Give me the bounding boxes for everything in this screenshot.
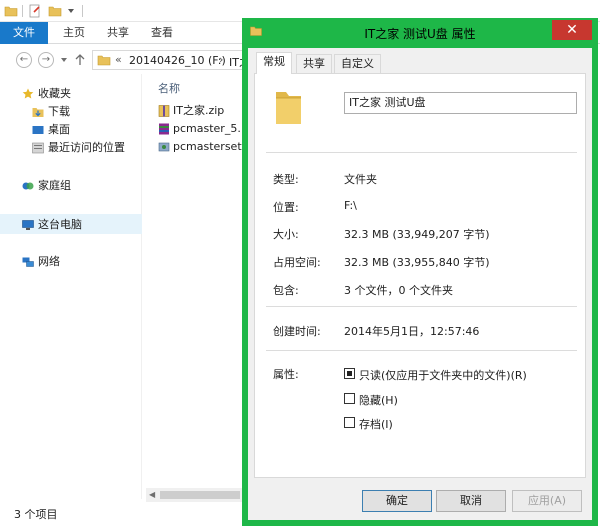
download-folder-icon: [32, 108, 44, 117]
nav-item-network[interactable]: 网络: [0, 252, 142, 272]
tab-file[interactable]: 文件: [0, 22, 48, 44]
back-button[interactable]: ←: [16, 52, 32, 68]
recent-places-icon: [32, 142, 44, 154]
checkbox-label: 存档(I): [359, 418, 393, 431]
type-value: 文件夹: [344, 173, 377, 186]
size-value: 32.3 MB (33,949,207 字节): [344, 228, 490, 241]
tab-view[interactable]: 查看: [144, 22, 180, 44]
checkbox-box[interactable]: [344, 417, 355, 428]
tab-home[interactable]: 主页: [56, 22, 92, 44]
installer-icon: [158, 142, 170, 152]
nav-item-recent[interactable]: 最近访问的位置: [0, 138, 142, 158]
archive-file-icon: [159, 123, 169, 135]
dialog-title: IT之家 测试U盘 属性: [364, 27, 476, 41]
close-button[interactable]: ✕: [552, 20, 592, 40]
created-label: 创建时间:: [273, 325, 321, 338]
size-label: 大小:: [273, 228, 299, 241]
nav-item-homegroup[interactable]: 家庭组: [0, 176, 142, 196]
contains-label: 包含:: [273, 284, 299, 297]
checkbox-label: 隐藏(H): [359, 394, 398, 407]
folder-icon: [97, 55, 111, 66]
folder-name-input[interactable]: IT之家 测试U盘: [344, 92, 577, 114]
disk-size-value: 32.3 MB (33,955,840 字节): [344, 256, 490, 269]
properties-icon[interactable]: [28, 4, 42, 18]
cancel-button[interactable]: 取消: [436, 490, 506, 512]
dialog-titlebar[interactable]: IT之家 测试U盘 属性 ✕: [242, 18, 598, 48]
address-overflow-chevron[interactable]: «: [115, 53, 122, 66]
file-name: IT之家.zip: [173, 104, 225, 117]
tab-share[interactable]: 共享: [100, 22, 136, 44]
tab-general[interactable]: 常规: [256, 52, 292, 74]
ok-button[interactable]: 确定: [362, 490, 432, 512]
navigation-pane: 收藏夹 下载 桌面 最近访问的位置 家庭组 这台电脑 网络: [0, 74, 142, 499]
chevron-down-icon[interactable]: [64, 4, 78, 18]
checkbox-label: 只读(仅应用于文件夹中的文件)(R): [359, 369, 527, 382]
address-separator: ›: [219, 53, 224, 66]
nav-label: 家庭组: [38, 179, 71, 192]
horizontal-scrollbar[interactable]: ◀: [146, 488, 246, 502]
network-icon: [22, 257, 34, 267]
nav-item-this-pc[interactable]: 这台电脑: [0, 214, 142, 234]
tab-sharing[interactable]: 共享: [296, 54, 332, 73]
nav-label: 最近访问的位置: [48, 141, 125, 154]
close-icon: ✕: [566, 22, 578, 38]
attributes-label: 属性:: [273, 368, 299, 381]
general-panel: IT之家 测试U盘 类型: 文件夹 位置: F:\ 大小: 32.3 MB (3…: [254, 73, 586, 478]
nav-label: 这台电脑: [38, 218, 82, 231]
scroll-left-icon[interactable]: ◀: [149, 490, 155, 499]
nav-item-downloads[interactable]: 下载: [0, 102, 142, 122]
nav-label: 下载: [48, 105, 70, 118]
recent-locations-chevron-icon[interactable]: [60, 57, 68, 63]
nav-label: 收藏夹: [38, 87, 71, 100]
type-label: 类型:: [273, 173, 299, 186]
new-folder-icon[interactable]: [48, 4, 62, 18]
nav-label: 桌面: [48, 123, 70, 136]
folder-icon: [276, 92, 301, 124]
computer-icon: [22, 220, 34, 230]
forward-button[interactable]: →: [38, 52, 54, 68]
apply-button[interactable]: 应用(A): [512, 490, 582, 512]
star-icon: [22, 88, 34, 99]
divider: [266, 350, 577, 351]
address-bar[interactable]: « 20140426_10 (F:) › IT之: [92, 50, 262, 70]
homegroup-icon: [22, 182, 34, 190]
divider: [266, 152, 577, 153]
location-value: F:\: [344, 199, 357, 212]
file-list: 名称 IT之家.zip pcmaster_5.13 pcmastersetup: [146, 74, 256, 484]
divider: [266, 306, 577, 307]
column-header-name[interactable]: 名称: [158, 80, 180, 96]
item-count: 3 个项目: [14, 508, 58, 521]
checkbox-box[interactable]: [344, 368, 355, 379]
qat-separator: [22, 5, 23, 17]
properties-dialog: IT之家 测试U盘 属性 ✕ 常规 共享 自定义 IT之家 测试U盘 类型: 文…: [242, 18, 598, 526]
qat-separator: [82, 5, 83, 17]
desktop-icon: [32, 126, 44, 134]
scrollbar-thumb[interactable]: [160, 491, 240, 499]
zip-file-icon: [158, 105, 170, 117]
checkbox-box[interactable]: [344, 393, 355, 404]
nav-label: 网络: [38, 255, 60, 268]
folder-icon: [4, 6, 18, 17]
tab-customize[interactable]: 自定义: [334, 54, 381, 73]
up-arrow-icon[interactable]: [74, 54, 86, 66]
dialog-body: 常规 共享 自定义 IT之家 测试U盘 类型: 文件夹 位置: F:\ 大小: …: [248, 48, 592, 520]
address-segment-drive[interactable]: 20140426_10 (F:): [129, 54, 226, 67]
disk-size-label: 占用空间:: [273, 256, 321, 269]
contains-value: 3 个文件，0 个文件夹: [344, 284, 453, 297]
location-label: 位置:: [273, 201, 299, 214]
nav-item-favorites[interactable]: 收藏夹: [0, 84, 142, 104]
nav-item-desktop[interactable]: 桌面: [0, 120, 142, 140]
created-value: 2014年5月1日，12:57:46: [344, 325, 480, 338]
